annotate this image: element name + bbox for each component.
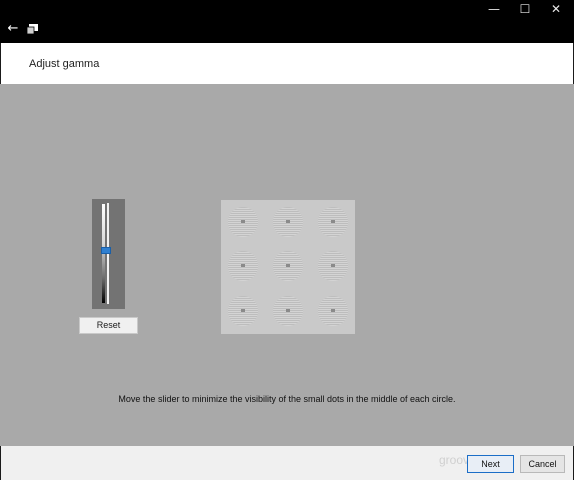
next-button[interactable]: Next xyxy=(467,455,514,473)
sample-circle xyxy=(228,251,258,281)
footer-bar: groovy Next Cancel xyxy=(0,446,574,480)
reset-button[interactable]: Reset xyxy=(79,317,138,334)
maximize-icon[interactable]: ☐ xyxy=(508,0,542,20)
sample-circle xyxy=(273,207,303,237)
sample-circle xyxy=(228,296,258,326)
app-icon xyxy=(27,24,38,34)
sample-circle xyxy=(318,296,348,326)
gamma-sample-pattern xyxy=(221,200,355,334)
slider-thumb[interactable] xyxy=(101,247,111,254)
page-header: Adjust gamma xyxy=(0,43,574,84)
instruction-text: Move the slider to minimize the visibili… xyxy=(118,394,456,404)
cancel-button[interactable]: Cancel xyxy=(520,455,565,473)
sample-circle xyxy=(318,207,348,237)
sample-circle xyxy=(273,251,303,281)
minimize-icon[interactable]: — xyxy=(477,0,511,20)
close-icon[interactable]: ✕ xyxy=(539,0,573,20)
page-title: Adjust gamma xyxy=(29,58,100,70)
sample-circle xyxy=(318,251,348,281)
title-bar: — ☐ ✕ ← xyxy=(0,0,574,43)
sample-circle xyxy=(273,296,303,326)
back-arrow-icon[interactable]: ← xyxy=(4,20,22,38)
sample-circle xyxy=(228,207,258,237)
gamma-slider[interactable] xyxy=(92,199,125,309)
